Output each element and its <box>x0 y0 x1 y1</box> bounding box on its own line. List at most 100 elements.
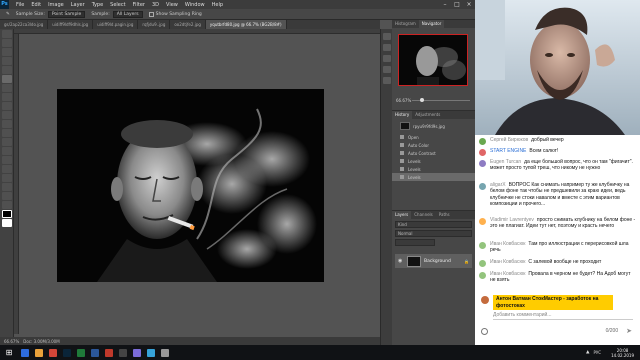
path-select-tool-icon[interactable] <box>2 174 12 182</box>
tab-layers[interactable]: Layers <box>392 211 412 219</box>
telegram-icon[interactable] <box>147 348 155 357</box>
marquee-tool-icon[interactable] <box>2 39 12 47</box>
zoom-readout[interactable]: 66.67% <box>4 339 19 344</box>
dodge-tool-icon[interactable] <box>2 147 12 155</box>
youtube-icon[interactable] <box>105 348 113 357</box>
chat-author[interactable]: Иван Ковбасюк <box>490 271 525 277</box>
brush-tool-icon[interactable] <box>2 93 12 101</box>
navigator-thumbnail[interactable] <box>398 34 468 86</box>
doc-tab[interactable]: rqfjdu9..jpg <box>138 20 171 29</box>
menu-image[interactable]: Image <box>48 2 64 8</box>
send-icon[interactable]: ➤ <box>626 327 632 335</box>
history-item[interactable]: Open <box>392 133 475 141</box>
browser-icon[interactable] <box>49 348 57 357</box>
menu-help[interactable]: Help <box>212 2 223 8</box>
properties-panel-icon[interactable] <box>383 55 391 62</box>
doc-tab[interactable]: gs/2ap22ca3ldo.jpg <box>0 20 49 29</box>
show-ring-checkbox[interactable] <box>148 11 154 17</box>
history-brush-tool-icon[interactable] <box>2 111 12 119</box>
gradient-tool-icon[interactable] <box>2 129 12 137</box>
explorer-icon[interactable] <box>21 348 29 357</box>
doc-tab[interactable]: oo2dtjfe2.jpg <box>170 20 206 29</box>
layer-row[interactable]: ◉ Background 🔒 <box>395 254 472 268</box>
excel-icon[interactable] <box>77 348 85 357</box>
chat-author[interactable]: Сергей Бирюков <box>490 137 528 143</box>
pinned-superchat[interactable]: Антон Ватман СтокМастер - заработок на ф… <box>493 295 613 310</box>
lock-controls[interactable] <box>395 239 435 246</box>
blur-tool-icon[interactable] <box>2 138 12 146</box>
history-snapshot[interactable]: rpyu9r9fd9s.jpg <box>392 119 475 133</box>
clone-stamp-tool-icon[interactable] <box>2 102 12 110</box>
menu-select[interactable]: Select <box>110 2 125 8</box>
doc-tab[interactable]: uidiff9ld.pagin.jpg <box>93 20 139 29</box>
doc-tab[interactable]: uidiff9ldf9dhls.jpg <box>48 20 94 29</box>
chat-author[interactable]: Vladimir Lavrentyev <box>490 217 534 223</box>
color-panel-icon[interactable] <box>383 33 391 40</box>
swatches-panel-icon[interactable] <box>383 44 391 51</box>
close-icon[interactable]: × <box>463 0 475 9</box>
windows-start-icon[interactable]: ⊞ <box>3 348 15 358</box>
tab-channels[interactable]: Channels <box>411 211 436 219</box>
word-icon[interactable] <box>91 348 99 357</box>
layer-filter-select[interactable]: Kind <box>395 221 472 228</box>
tab-adjustments[interactable]: Adjustments <box>412 111 443 119</box>
character-panel-icon[interactable] <box>383 77 391 84</box>
type-tool-icon[interactable] <box>2 165 12 173</box>
chat-author[interactable]: aligarX <box>490 182 506 188</box>
sample-select[interactable]: All Layers <box>112 10 143 18</box>
network-icon[interactable]: ▲ <box>586 350 589 355</box>
app-icon[interactable] <box>133 348 141 357</box>
history-item[interactable]: Levels <box>392 165 475 173</box>
menu-edit[interactable]: Edit <box>31 2 41 8</box>
clock[interactable]: 20:08 14.02.2019 <box>611 348 634 358</box>
tab-history[interactable]: History <box>392 111 413 119</box>
foreground-color-swatch[interactable] <box>2 210 12 218</box>
menu-view[interactable]: View <box>166 2 178 8</box>
app-icon[interactable] <box>161 348 169 357</box>
quick-select-tool-icon[interactable] <box>2 57 12 65</box>
chat-author[interactable]: Иван Ковбасюк <box>490 241 525 247</box>
eyedropper-tool-icon[interactable]: ✎ <box>6 12 10 17</box>
history-item[interactable]: Auto Contrast <box>392 149 475 157</box>
sample-size-select[interactable]: Point Sample <box>47 10 86 18</box>
chat-input[interactable]: Добавить комментарий... <box>493 312 633 320</box>
zoom-tool-icon[interactable] <box>2 201 12 209</box>
history-item[interactable]: Auto Color <box>392 141 475 149</box>
photoshop-icon[interactable] <box>63 348 71 357</box>
minimize-icon[interactable]: – <box>439 0 451 9</box>
chat-author[interactable]: START ENGINE <box>490 148 526 154</box>
menu-layer[interactable]: Layer <box>71 2 85 8</box>
background-color-swatch[interactable] <box>2 219 12 227</box>
eyedropper-tool-icon[interactable] <box>2 75 12 83</box>
language-indicator[interactable]: РУС <box>593 350 601 355</box>
brush-panel-icon[interactable] <box>383 66 391 73</box>
pen-tool-icon[interactable] <box>2 156 12 164</box>
history-item[interactable]: Levels <box>392 157 475 165</box>
eye-icon[interactable]: ◉ <box>398 258 404 264</box>
folder-icon[interactable] <box>35 348 43 357</box>
menu-type[interactable]: Type <box>92 2 103 8</box>
menu-filter[interactable]: Filter <box>133 2 145 8</box>
maximize-icon[interactable]: □ <box>451 0 463 9</box>
doc-tab-active[interactable]: yqutbrfd80.jpg @ 66.7% (BG2B/8#) <box>205 20 287 29</box>
smoking-man-photo[interactable] <box>57 89 324 282</box>
obs-icon[interactable] <box>119 348 127 357</box>
menu-3d[interactable]: 3D <box>152 2 159 8</box>
navigator-zoom-slider-handle[interactable] <box>420 98 424 102</box>
eraser-tool-icon[interactable] <box>2 120 12 128</box>
tab-histogram[interactable]: Histogram <box>392 20 419 28</box>
tab-paths[interactable]: Paths <box>436 211 453 219</box>
move-tool-icon[interactable] <box>2 30 12 38</box>
chat-author[interactable]: Иван Ковбасюк <box>490 259 525 265</box>
hand-tool-icon[interactable] <box>2 192 12 200</box>
shape-tool-icon[interactable] <box>2 183 12 191</box>
menu-window[interactable]: Window <box>185 2 205 8</box>
crop-tool-icon[interactable] <box>2 66 12 74</box>
menu-file[interactable]: File <box>16 2 24 8</box>
lasso-tool-icon[interactable] <box>2 48 12 56</box>
blend-mode-select[interactable]: Normal <box>395 230 472 237</box>
tab-navigator[interactable]: Navigator <box>418 20 445 28</box>
history-item-active[interactable]: Levels <box>392 173 475 181</box>
emoji-icon[interactable] <box>481 327 488 335</box>
healing-brush-tool-icon[interactable] <box>2 84 12 92</box>
